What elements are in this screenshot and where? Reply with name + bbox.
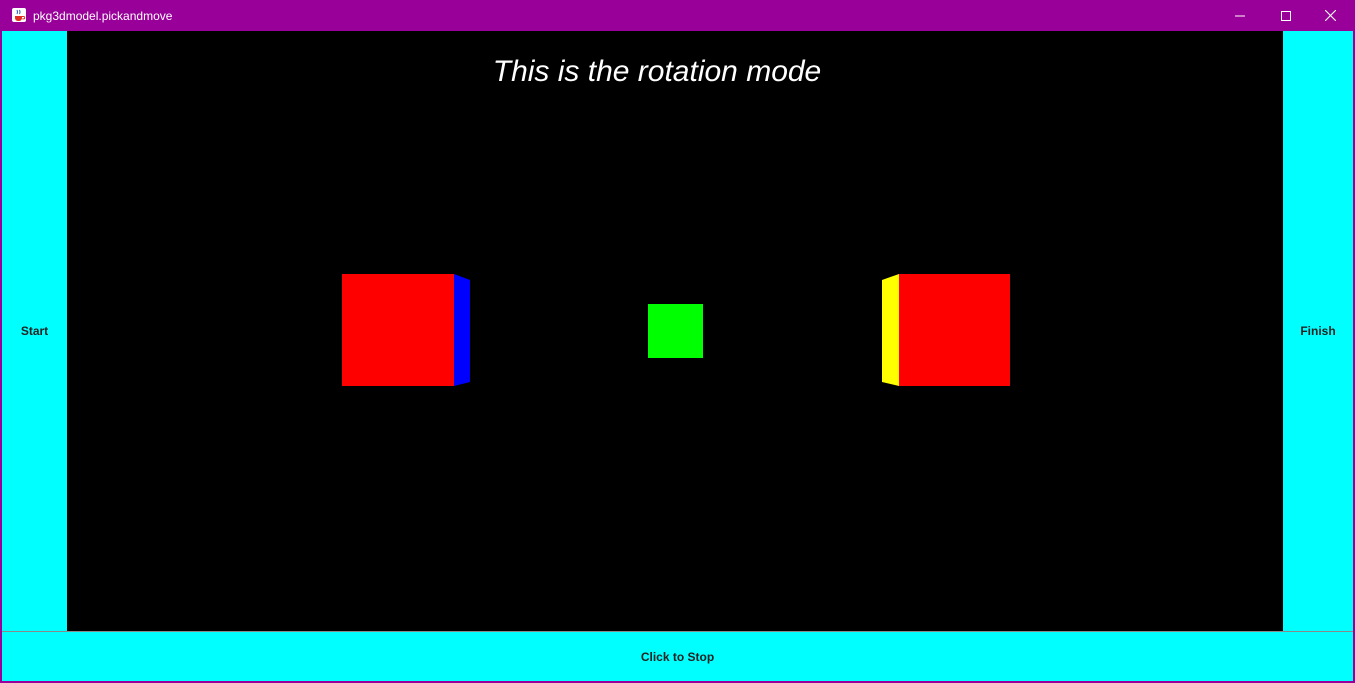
title-bar[interactable]: pkg3dmodel.pickandmove [2,0,1353,31]
scene-svg [342,274,1010,386]
center-cube-front-face [648,304,703,358]
finish-button[interactable]: Finish [1283,31,1353,631]
start-button[interactable]: Start [2,31,67,631]
minimize-icon [1235,15,1245,16]
app-window: pkg3dmodel.pickandmove Start This is the… [0,0,1355,683]
content-pane: Start This is the rotation mode Finish C… [2,31,1353,681]
left-cube[interactable] [342,274,470,386]
right-cube[interactable] [882,274,1010,386]
minimize-button[interactable] [1217,0,1263,31]
right-cube-side-face [882,274,899,386]
maximize-icon [1281,10,1291,21]
maximize-button[interactable] [1263,0,1309,31]
close-button[interactable] [1307,0,1353,31]
window-title: pkg3dmodel.pickandmove [33,9,173,23]
center-cube[interactable] [648,304,703,358]
stop-button[interactable]: Click to Stop [2,631,1353,681]
3d-canvas[interactable]: This is the rotation mode [67,31,1283,631]
right-cube-front-face [899,274,1010,386]
left-cube-front-face [342,274,454,386]
left-cube-side-face [454,274,470,386]
close-icon [1324,10,1336,21]
java-cup-icon [11,7,27,23]
